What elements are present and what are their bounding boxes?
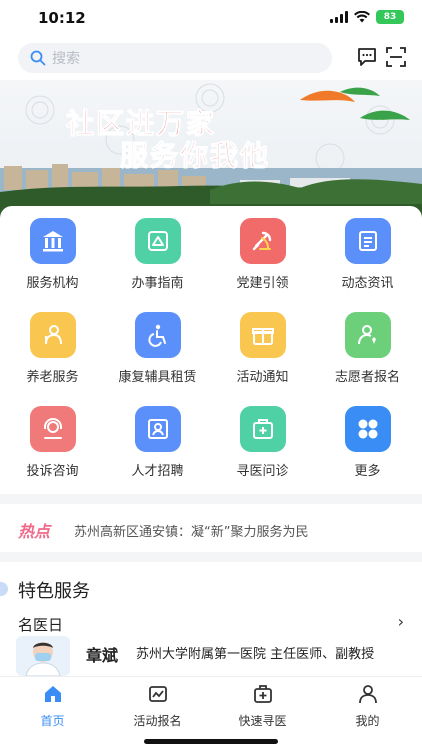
grid-item-activity-notice[interactable]: 活动通知	[210, 300, 315, 394]
home-indicator	[144, 739, 278, 744]
search-header: 搜索	[0, 38, 422, 78]
tab-activity-signup[interactable]: 活动报名	[105, 683, 210, 729]
recruit-icon	[134, 406, 181, 452]
grid-label: 动态资讯	[341, 276, 394, 291]
more-icon	[344, 406, 391, 452]
grid-item-news[interactable]: 动态资讯	[315, 206, 420, 300]
grid-item-more[interactable]: 更多	[315, 394, 420, 488]
gift-icon	[239, 312, 286, 358]
section-marker	[0, 582, 8, 596]
divider	[0, 552, 422, 562]
grid-item-rehab-rental[interactable]: 康复辅具租赁	[105, 300, 210, 394]
doctor-info: 苏州大学附属第一医院 主任医师、副教授	[136, 647, 375, 662]
grid-label: 康复辅具租赁	[118, 370, 197, 385]
famous-doctor-day-title: 名医日	[18, 616, 64, 634]
status-bar: 10:12 83	[0, 0, 422, 38]
tab-quick-doctor[interactable]: 快速寻医	[210, 683, 315, 729]
search-placeholder: 搜索	[52, 51, 80, 67]
grid-item-medical[interactable]: 寻医问诊	[210, 394, 315, 488]
message-icon[interactable]	[356, 46, 378, 68]
featured-section-title: 特色服务	[18, 581, 90, 602]
grid-label: 办事指南	[131, 276, 184, 291]
battery-icon: 83	[376, 10, 404, 24]
grid-label: 志愿者报名	[334, 370, 400, 385]
headset-icon	[29, 406, 76, 452]
hot-tag: 热点	[18, 522, 51, 541]
search-input[interactable]: 搜索	[18, 43, 332, 73]
institution-icon	[29, 218, 76, 264]
news-icon	[344, 218, 391, 264]
tab-label: 首页	[40, 714, 65, 728]
chevron-right-icon[interactable]: ›	[398, 612, 404, 631]
grid-label: 活动通知	[236, 370, 289, 385]
doctor-avatar	[16, 636, 70, 676]
tab-mine[interactable]: 我的	[315, 683, 420, 729]
tab-label: 活动报名	[133, 714, 182, 728]
medical-icon	[239, 406, 286, 452]
service-grid: 服务机构 办事指南 党建引领 动态资讯 养老服务 康复辅具租赁 活动通知 志愿者…	[0, 206, 422, 494]
home-icon	[44, 686, 61, 702]
grid-label: 投诉咨询	[26, 464, 79, 479]
grid-label: 人才招聘	[131, 464, 184, 479]
grid-label: 党建引领	[236, 276, 289, 291]
grid-item-party[interactable]: 党建引领	[210, 206, 315, 300]
tab-label: 快速寻医	[238, 714, 287, 728]
volunteer-icon	[344, 312, 391, 358]
grid-item-volunteer[interactable]: 志愿者报名	[315, 300, 420, 394]
hot-news-bar[interactable]: 热点 苏州高新区通安镇：凝“新”聚力服务为民	[0, 504, 422, 552]
grid-item-guide[interactable]: 办事指南	[105, 206, 210, 300]
search-icon	[30, 50, 46, 66]
grid-item-service-institution[interactable]: 服务机构	[0, 206, 105, 300]
grid-item-recruitment[interactable]: 人才招聘	[105, 394, 210, 488]
party-icon	[239, 218, 286, 264]
grid-label: 更多	[354, 464, 381, 479]
status-icons: 83	[330, 10, 404, 24]
grid-label: 养老服务	[26, 370, 79, 385]
medical-kit-icon	[253, 685, 272, 703]
guide-icon	[134, 218, 181, 264]
status-time: 10:12	[38, 9, 86, 27]
user-icon	[358, 685, 377, 704]
doctor-name[interactable]: 章斌	[86, 642, 118, 666]
scan-icon[interactable]	[385, 46, 407, 68]
grid-item-elderly[interactable]: 养老服务	[0, 300, 105, 394]
tab-home[interactable]: 首页	[0, 683, 105, 729]
elderly-icon	[29, 312, 76, 358]
grid-label: 寻医问诊	[236, 464, 289, 479]
tab-label: 我的	[355, 714, 380, 728]
activity-icon	[148, 686, 167, 702]
grid-label: 服务机构	[26, 276, 79, 291]
grid-item-complaint[interactable]: 投诉咨询	[0, 394, 105, 488]
banner[interactable]: 社区进万家 服务你我他	[0, 80, 422, 220]
hot-news-text[interactable]: 苏州高新区通安镇：凝“新”聚力服务为民	[74, 521, 308, 540]
divider	[0, 494, 422, 504]
signal-icon	[330, 11, 348, 23]
wifi-icon	[354, 11, 370, 23]
banner-headline-2: 服务你我他	[119, 139, 271, 173]
wheelchair-icon	[134, 312, 181, 358]
